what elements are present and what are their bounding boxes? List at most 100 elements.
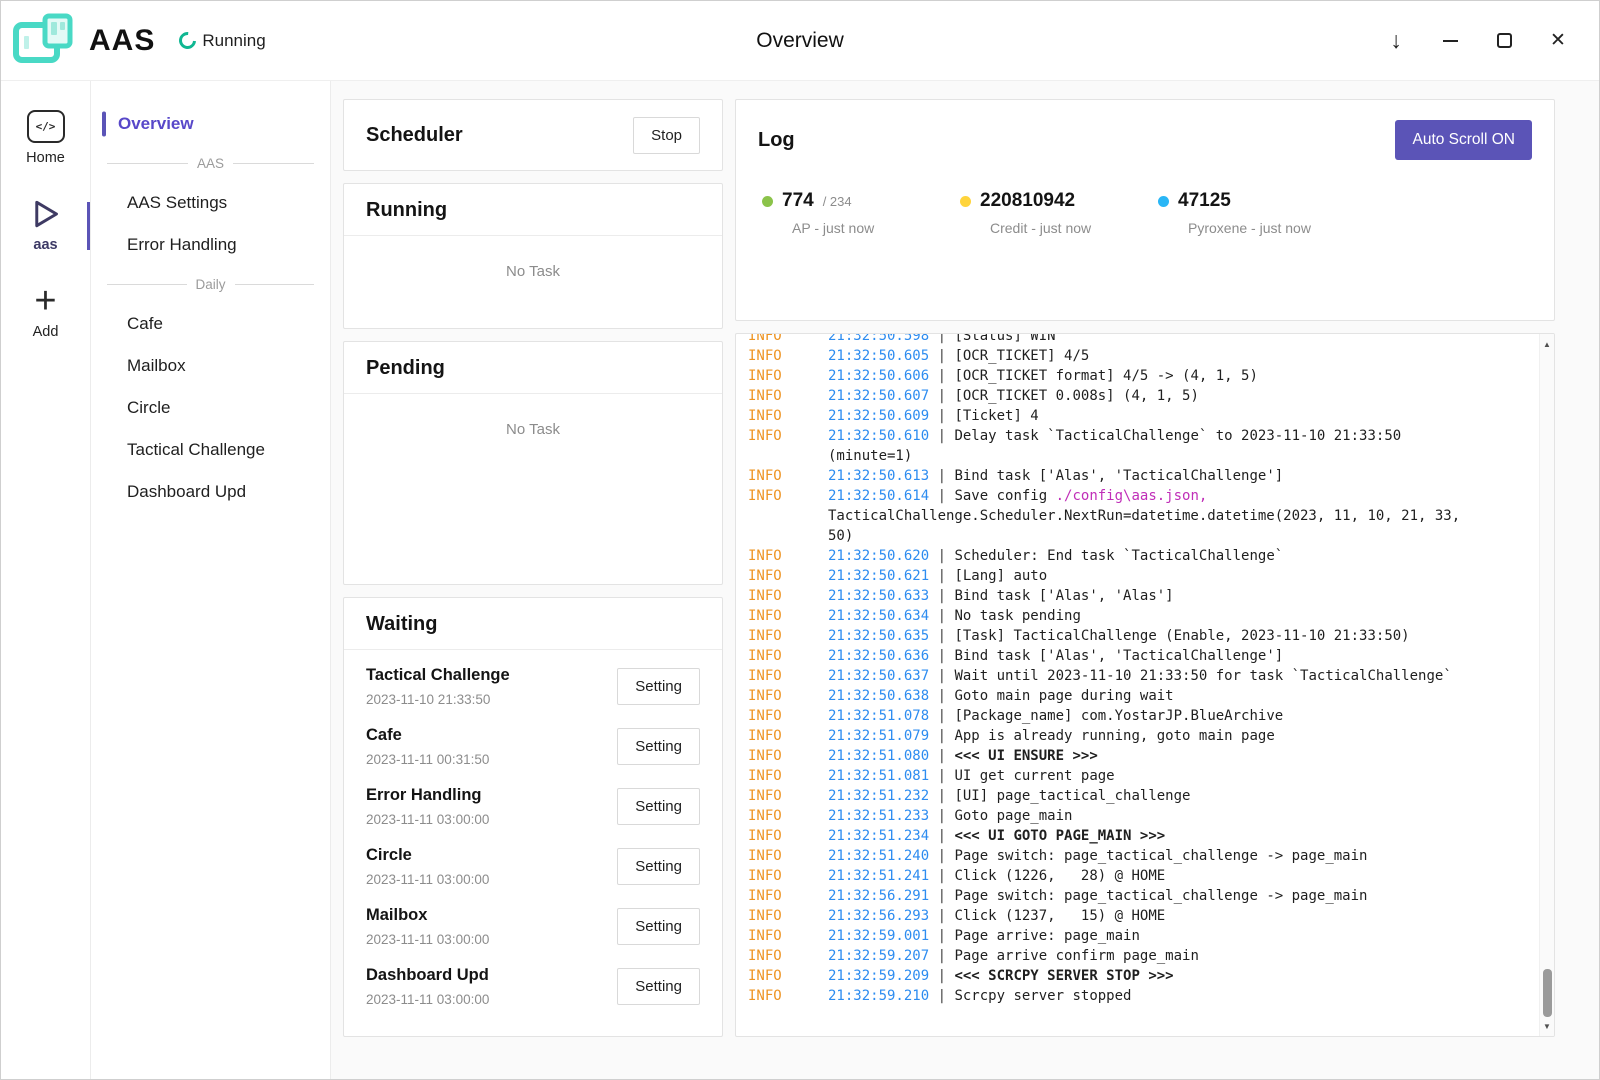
left-rail: </> Home aas + Add <box>1 81 91 1079</box>
log-rest: 21:32:50.621 | [Lang] auto <box>828 566 1486 586</box>
sidebar-item-error-handling[interactable]: Error Handling <box>91 224 330 266</box>
sidebar-section-divider: Daily <box>91 266 330 303</box>
page-title: Overview <box>756 29 844 53</box>
pending-panel-head: Pending <box>344 342 722 394</box>
sidebar-section-label: Daily <box>196 277 226 292</box>
scroll-up-arrow[interactable]: ▲ <box>1540 337 1554 351</box>
sidebar-item-cafe[interactable]: Cafe <box>91 303 330 345</box>
log-rest: 21:32:50.609 | [Ticket] 4 <box>828 406 1486 426</box>
waiting-task-name: Dashboard Upd <box>366 966 489 985</box>
log-rest: 21:32:50.610 | Delay task `TacticalChall… <box>828 426 1486 466</box>
rail-item-aas[interactable]: aas <box>1 193 90 258</box>
rail-item-home[interactable]: </> Home <box>1 105 90 171</box>
stat-value-row: 220810942 <box>960 190 1158 212</box>
log-line: INFO21:32:50.607 | [OCR_TICKET 0.008s] (… <box>748 386 1486 406</box>
log-timestamp: 21:32:50.620 <box>828 548 929 564</box>
log-level: INFO <box>748 333 828 346</box>
log-column: Log Auto Scroll ON 774/ 234AP - just now… <box>735 99 1555 1037</box>
waiting-task-time: 2023-11-11 03:00:00 <box>366 992 489 1007</box>
log-level: INFO <box>748 366 828 386</box>
scroll-down-arrow[interactable]: ▼ <box>1540 1019 1554 1033</box>
sidebar-item-mailbox[interactable]: Mailbox <box>91 345 330 387</box>
scheduler-title: Scheduler <box>366 124 463 147</box>
log-level: INFO <box>748 986 828 1006</box>
close-icon: ✕ <box>1550 31 1566 50</box>
task-setting-button[interactable]: Setting <box>617 908 700 945</box>
log-line: INFO21:32:50.634 | No task pending <box>748 606 1486 626</box>
sidebar-item-tactical-challenge[interactable]: Tactical Challenge <box>91 429 330 471</box>
sidebar-item-overview[interactable]: Overview <box>91 103 330 145</box>
log-rest: 21:32:51.241 | Click (1226, 28) @ HOME <box>828 866 1486 886</box>
waiting-task-name: Tactical Challenge <box>366 666 510 685</box>
running-title: Running <box>366 199 700 222</box>
log-level: INFO <box>748 346 828 366</box>
log-rest: 21:32:50.634 | No task pending <box>828 606 1486 626</box>
log-line: INFO21:32:56.291 | Page switch: page_tac… <box>748 886 1486 906</box>
sidebar-item-label: Tactical Challenge <box>127 440 265 460</box>
auto-scroll-button[interactable]: Auto Scroll ON <box>1395 120 1532 160</box>
log-line: INFO21:32:56.293 | Click (1237, 15) @ HO… <box>748 906 1486 926</box>
download-button[interactable]: ↓ <box>1369 18 1423 64</box>
sidebar-item-label: Circle <box>127 398 170 418</box>
rail-item-add[interactable]: + Add <box>1 280 90 345</box>
task-setting-button[interactable]: Setting <box>617 728 700 765</box>
log-timestamp: 21:32:59.209 <box>828 968 929 984</box>
waiting-task-name: Error Handling <box>366 786 489 805</box>
log-level: INFO <box>748 926 828 946</box>
log-text: Bind task ['Alas', 'TacticalChallenge'] <box>954 648 1283 664</box>
log-level: INFO <box>748 846 828 866</box>
task-setting-button[interactable]: Setting <box>617 788 700 825</box>
log-text: Save config <box>954 488 1055 504</box>
stat-label: Pyroxene - just now <box>1188 220 1356 236</box>
log-line: INFO21:32:51.079 | App is already runnin… <box>748 726 1486 746</box>
log-rest: 21:32:51.233 | Goto page_main <box>828 806 1486 826</box>
log-line: INFO21:32:50.606 | [OCR_TICKET format] 4… <box>748 366 1486 386</box>
log-separator: | <box>929 408 954 424</box>
log-level: INFO <box>748 726 828 746</box>
stat-value: 220810942 <box>980 190 1075 212</box>
sidebar-item-aas-settings[interactable]: AAS Settings <box>91 182 330 224</box>
task-setting-button[interactable]: Setting <box>617 848 700 885</box>
sidebar-item-label: Error Handling <box>127 235 237 255</box>
log-line: INFO21:32:50.620 | Scheduler: End task `… <box>748 546 1486 566</box>
log-stats: 774/ 234AP - just now220810942Credit - j… <box>758 190 1532 236</box>
log-separator: | <box>929 548 954 564</box>
log-timestamp: 21:32:50.606 <box>828 368 929 384</box>
log-rest: 21:32:51.234 | <<< UI GOTO PAGE_MAIN >>> <box>828 826 1486 846</box>
log-timestamp: 21:32:50.614 <box>828 488 929 504</box>
log-separator: | <box>929 768 954 784</box>
scroll-thumb[interactable] <box>1543 969 1552 1017</box>
log-text: Goto page_main <box>954 808 1072 824</box>
stop-button[interactable]: Stop <box>633 117 700 154</box>
log-text: Goto main page during wait <box>954 688 1173 704</box>
log-rest: 21:32:50.620 | Scheduler: End task `Tact… <box>828 546 1486 566</box>
app-window: AAS Running Overview ↓ ✕ </> Home aas <box>0 0 1600 1080</box>
log-line: INFO21:32:50.605 | [OCR_TICKET] 4/5 <box>748 346 1486 366</box>
log-separator: | <box>929 648 954 664</box>
log-line: INFO21:32:50.613 | Bind task ['Alas', 'T… <box>748 466 1486 486</box>
log-text: <<< UI ENSURE >>> <box>954 748 1097 764</box>
log-line: INFO21:32:50.609 | [Ticket] 4 <box>748 406 1486 426</box>
running-panel: Running No Task <box>343 183 723 329</box>
maximize-button[interactable] <box>1477 18 1531 64</box>
waiting-title: Waiting <box>366 613 700 636</box>
log-line: INFO21:32:51.233 | Goto page_main <box>748 806 1486 826</box>
log-separator: | <box>929 888 954 904</box>
task-setting-button[interactable]: Setting <box>617 968 700 1005</box>
log-scrollbar[interactable]: ▲ ▼ <box>1539 334 1554 1036</box>
task-setting-button[interactable]: Setting <box>617 668 700 705</box>
log-timestamp: 21:32:51.079 <box>828 728 929 744</box>
log-rest: 21:32:50.605 | [OCR_TICKET] 4/5 <box>828 346 1486 366</box>
log-timestamp: 21:32:50.633 <box>828 588 929 604</box>
close-button[interactable]: ✕ <box>1531 18 1585 64</box>
minimize-icon <box>1443 40 1458 42</box>
main-content: Scheduler Stop Running No Task Pending N… <box>331 81 1599 1079</box>
pending-title: Pending <box>366 357 700 380</box>
log-line: INFO21:32:50.610 | Delay task `TacticalC… <box>748 426 1486 466</box>
sidebar-item-circle[interactable]: Circle <box>91 387 330 429</box>
log-text: Page arrive confirm page_main <box>954 948 1198 964</box>
minimize-button[interactable] <box>1423 18 1477 64</box>
waiting-task-info: Circle2023-11-11 03:00:00 <box>366 846 489 887</box>
sidebar-item-dashboard-upd[interactable]: Dashboard Upd <box>91 471 330 513</box>
log-separator: | <box>929 868 954 884</box>
